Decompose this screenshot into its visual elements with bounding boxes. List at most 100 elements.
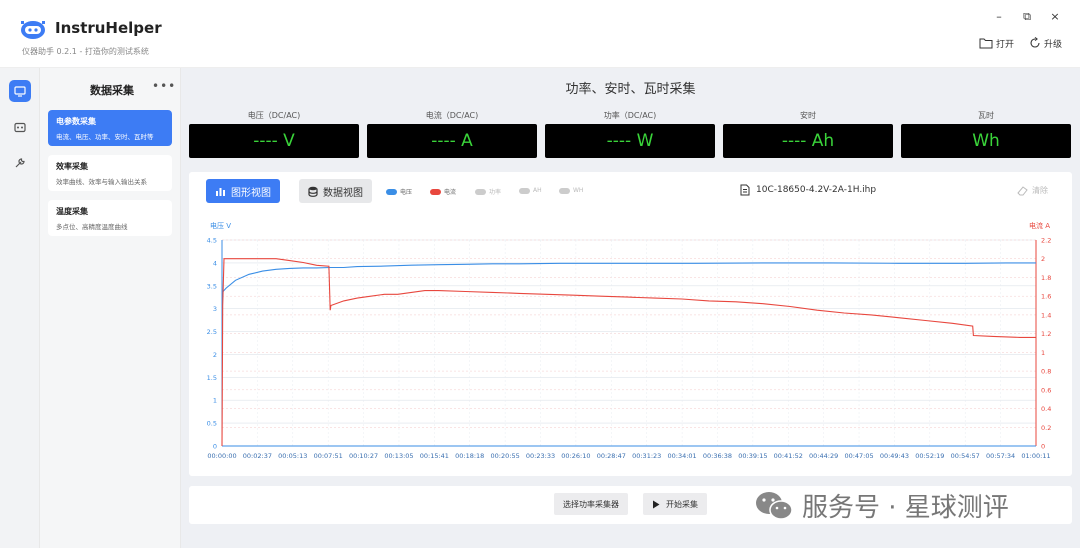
x-tick-label: 00:18:18 (455, 452, 484, 460)
database-icon (308, 186, 318, 197)
sidebar-item-electrical[interactable]: 电参数采集 电流、电压、功率、安时、瓦时等 (48, 110, 172, 146)
y1-tick-label: 1 (213, 397, 217, 405)
x-tick-label: 00:39:15 (738, 452, 767, 460)
y1-tick-label: 2.5 (207, 328, 217, 336)
y2-tick-label: 1.8 (1041, 274, 1051, 282)
rail-monitor-button[interactable] (9, 80, 31, 102)
amp-hour-meter: 安时 ---- Ah (723, 110, 893, 158)
wechat-icon (756, 491, 793, 520)
y2-axis-title: 电流 A (1029, 221, 1050, 230)
x-tick-label: 00:05:13 (278, 452, 307, 460)
file-name-label: 10C-18650-4.2V-2A-1H.ihp (756, 185, 877, 195)
x-tick-label: 00:20:55 (491, 452, 520, 460)
clear-button[interactable]: 清除 (1017, 185, 1048, 196)
x-tick-label: 00:26:10 (561, 452, 590, 460)
app-name: InstruHelper (55, 19, 162, 37)
eraser-icon (1017, 186, 1028, 196)
legend-current[interactable]: 电流 (430, 187, 456, 196)
robot-logo-icon (21, 21, 45, 39)
sidebar: 数据采集 ••• 电参数采集 电流、电压、功率、安时、瓦时等 效率采集 效率曲线… (40, 68, 181, 548)
y2-tick-label: 2 (1041, 255, 1045, 263)
title-bar: InstruHelper 仪器助手 0.2.1 - 打造你的测试系统 – ⧉ ×… (0, 0, 1080, 68)
y2-tick-label: 1.6 (1041, 293, 1051, 301)
y1-tick-label: 0.5 (207, 420, 217, 428)
meter-display: ---- Ah (723, 124, 893, 158)
x-tick-label: 00:57:34 (986, 452, 1015, 460)
sidebar-item-temperature[interactable]: 温度采集 多点位、高精度温度曲线 (48, 200, 172, 236)
legend-label: 电压 (400, 189, 413, 196)
data-view-button[interactable]: 数据视图 (299, 179, 372, 203)
meter-label: 瓦时 (978, 111, 994, 120)
x-tick-label: 00:00:00 (207, 452, 236, 460)
meter-label: 功率（DC/AC) (603, 111, 657, 120)
y1-tick-label: 0 (213, 443, 217, 451)
start-collect-label: 开始采集 (666, 499, 698, 509)
y1-tick-label: 4.5 (207, 237, 217, 245)
sidebar-item-desc: 多点位、高精度温度曲线 (56, 223, 128, 231)
y2-tick-label: 1.2 (1041, 330, 1051, 338)
open-button[interactable]: 打开 (979, 36, 1014, 50)
restore-button[interactable]: ⧉ (1020, 10, 1034, 24)
x-tick-label: 00:15:41 (420, 452, 449, 460)
y1-axis-title: 电压 V (210, 221, 231, 230)
start-collect-button[interactable]: 开始采集 (643, 493, 707, 515)
watermark: 服务号 · 星球测评 (754, 487, 1009, 524)
rail-device-button[interactable] (9, 116, 31, 138)
y1-tick-label: 3.5 (207, 282, 217, 290)
x-tick-label: 00:07:51 (314, 452, 343, 460)
legend-ah[interactable]: AH (519, 187, 542, 194)
sidebar-item-desc: 效率曲线、效率与输入输出关系 (56, 178, 147, 186)
wrench-icon (15, 158, 25, 168)
meter-label: 电流（DC/AC) (425, 111, 479, 120)
main-content: 功率、安时、瓦时采集 电压（DC/AC) ---- V 电流（DC/AC) --… (181, 68, 1080, 548)
meter-display: ---- A (367, 124, 537, 158)
app-subtitle: 仪器助手 0.2.1 - 打造你的测试系统 (22, 47, 149, 56)
legend-voltage[interactable]: 电压 (386, 187, 412, 196)
y2-tick-label: 0.6 (1041, 386, 1051, 394)
x-tick-label: 00:49:43 (880, 452, 909, 460)
watt-hour-meter: 瓦时 Wh (901, 110, 1071, 158)
select-collector-button[interactable]: 选择功率采集器 (554, 493, 628, 515)
minimize-button[interactable]: – (992, 10, 1006, 24)
open-label: 打开 (996, 39, 1015, 50)
more-icon[interactable]: ••• (152, 79, 176, 93)
document-icon (740, 184, 750, 196)
sidebar-item-title: 效率采集 (56, 162, 88, 171)
close-button[interactable]: × (1048, 10, 1062, 24)
legend-power[interactable]: 功率 (475, 187, 501, 196)
sidebar-item-title: 电参数采集 (56, 117, 96, 126)
series-line-voltage (221, 262, 1036, 293)
legend-wh[interactable]: WH (559, 187, 583, 194)
meter-label: 电压（DC/AC) (247, 111, 301, 120)
watermark-text: 服务号 · 星球测评 (802, 493, 1009, 523)
y2-tick-label: 2.2 (1041, 237, 1051, 245)
device-icon (14, 122, 26, 132)
x-tick-label: 00:44:29 (809, 452, 838, 460)
data-view-label: 数据视图 (323, 187, 363, 199)
chart-panel: 图形视图 数据视图 电压 电流 功率 AH WH 10C-18650-4.2V-… (189, 172, 1072, 476)
meter-display: ---- V (189, 124, 359, 158)
sidebar-item-efficiency[interactable]: 效率采集 效率曲线、效率与输入输出关系 (48, 155, 172, 191)
upgrade-button[interactable]: 升级 (1029, 36, 1062, 50)
legend-label: 电流 (444, 189, 457, 196)
x-tick-label: 01:00:11 (1021, 452, 1050, 460)
x-tick-label: 00:28:47 (597, 452, 626, 460)
legend-swatch (386, 188, 397, 195)
chart-view-label: 图形视图 (231, 187, 271, 199)
y1-tick-label: 3 (213, 305, 217, 313)
y1-tick-label: 4 (213, 259, 217, 267)
x-tick-label: 00:23:33 (526, 452, 555, 460)
voltage-current-chart: 电压 V 电流 A 0 0.5 1 1.5 2 2.5 3 3.5 4 4.5 0 0.2 0.4 0.6 0.… (207, 221, 1052, 460)
legend-swatch (559, 187, 570, 194)
x-tick-label: 00:34:01 (667, 452, 696, 460)
legend-swatch (519, 187, 530, 194)
rail-settings-button[interactable] (9, 152, 31, 174)
power-meter: 功率（DC/AC) ---- W (545, 110, 715, 158)
y1-tick-label: 2 (213, 351, 217, 359)
legend-label: WH (573, 187, 584, 194)
x-tick-label: 00:47:05 (844, 452, 873, 460)
legend-swatch (430, 188, 441, 195)
x-tick-label: 00:54:57 (951, 452, 980, 460)
chart-view-button[interactable]: 图形视图 (206, 179, 280, 203)
series-line-current (221, 258, 1036, 447)
